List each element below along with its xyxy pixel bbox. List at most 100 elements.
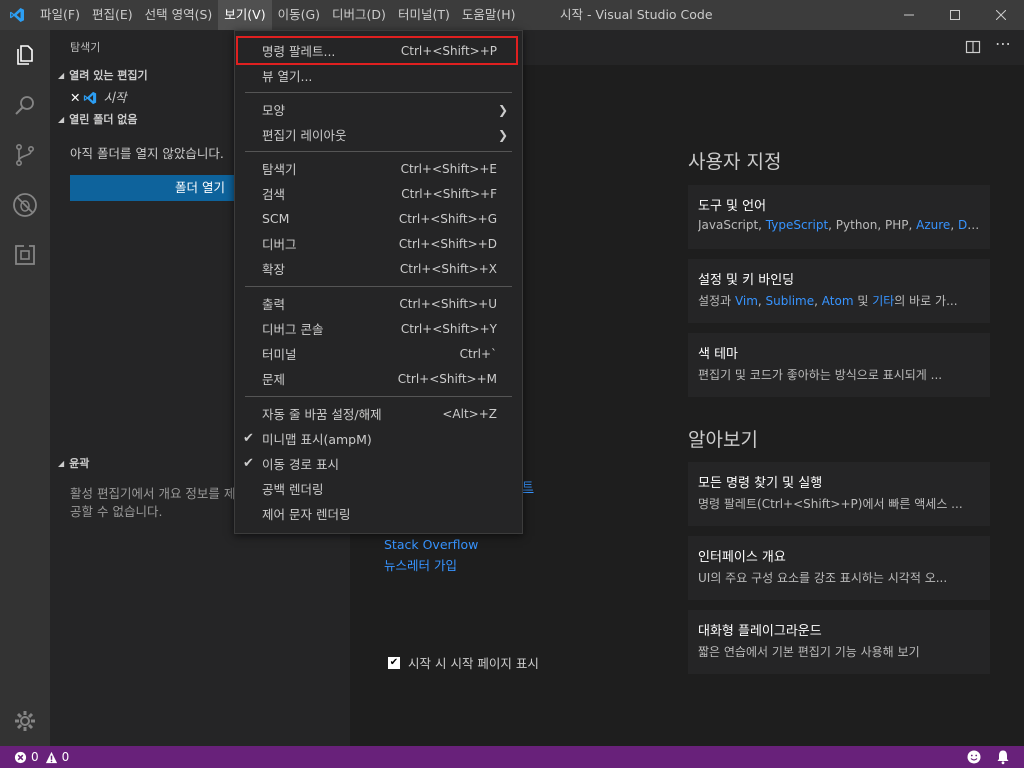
color-theme-card[interactable]: 색 테마 편집기 및 코드가 좋아하는 방식으로 표시되게 ... — [688, 333, 990, 397]
debug-button[interactable] — [0, 180, 50, 230]
menu-separator — [245, 151, 512, 152]
menu-item-terminal[interactable]: 터미널 Ctrl+` — [235, 341, 522, 366]
card-desc: JavaScript, TypeScript, Python, PHP, Azu… — [698, 218, 980, 232]
close-icon — [996, 10, 1006, 20]
vscode-file-icon — [84, 91, 97, 105]
tools-languages-card[interactable]: 도구 및 언어 JavaScript, TypeScript, Python, … — [688, 185, 990, 249]
menu-go[interactable]: 이동(G) — [272, 0, 326, 30]
open-editors-label: 열려 있는 편집기 — [69, 69, 148, 82]
no-folder-label: 열린 폴더 없음 — [69, 113, 138, 126]
vim-link[interactable]: Vim — [735, 294, 758, 308]
menu-separator — [245, 92, 512, 93]
chevron-right-icon: ❯ — [497, 127, 508, 142]
menu-item-output[interactable]: 출력 Ctrl+<Shift>+U — [235, 291, 522, 316]
card-title: 모든 명령 찾기 및 실행 — [698, 476, 823, 491]
stack-overflow-link[interactable]: Stack Overflow — [384, 537, 478, 552]
menu-item-appearance[interactable]: 모양 ❯ — [235, 97, 522, 122]
more-actions-icon[interactable]: ⋯ — [995, 34, 1011, 53]
outline-label: 윤곽 — [69, 457, 90, 470]
interface-overview-card[interactable]: 인터페이스 개요 UI의 주요 구성 요소를 강조 표시하는 시각적 오... — [688, 536, 990, 600]
source-control-icon — [15, 143, 35, 166]
explorer-icon — [17, 45, 33, 65]
card-title: 설정 및 키 바인딩 — [698, 273, 795, 288]
search-button[interactable] — [0, 80, 50, 130]
typescript-link[interactable]: TypeScript — [766, 218, 828, 232]
explorer-button[interactable] — [0, 30, 50, 80]
menu-item-render-whitespace[interactable]: 공백 렌더링 — [235, 476, 522, 501]
sublime-link[interactable]: Sublime — [766, 294, 815, 308]
problems-status[interactable]: 0 0 — [14, 746, 69, 768]
find-commands-card[interactable]: 모든 명령 찾기 및 실행 명령 팔레트(Ctrl+<Shift>+P)에서 빠… — [688, 462, 990, 526]
maximize-button[interactable] — [932, 0, 978, 30]
error-icon — [14, 751, 27, 763]
close-window-button[interactable] — [978, 0, 1024, 30]
menu-item-editor-layout[interactable]: 편집기 레이아웃 ❯ — [235, 122, 522, 147]
card-desc: 짧은 연습에서 기본 편집기 기능 사용해 보기 — [698, 645, 920, 659]
menu-item-problems[interactable]: 문제 Ctrl+<Shift>+M — [235, 366, 522, 391]
chevron-down-icon: ◢ — [58, 115, 65, 124]
view-menu-dropdown: 명령 팔레트... Ctrl+<Shift>+P 뷰 열기... 모양 ❯ 편집기 … — [234, 30, 523, 534]
extensions-icon — [15, 244, 35, 265]
menu-item-debug-console[interactable]: 디버그 콘솔 Ctrl+<Shift>+Y — [235, 316, 522, 341]
menu-item-minimap[interactable]: ✔ 미니맵 표시(ampM) — [235, 426, 522, 451]
customize-title: 사용자 지정 — [688, 151, 782, 173]
show-on-startup-checkbox[interactable]: ✔ — [388, 656, 400, 669]
menu-item-search[interactable]: 검색 Ctrl+<Shift>+F — [235, 181, 522, 206]
menu-item-scm[interactable]: SCM Ctrl+<Shift>+G — [235, 206, 522, 231]
menu-item-explorer[interactable]: 탐색기 Ctrl+<Shift>+E — [235, 156, 522, 181]
card-desc: 편집기 및 코드가 좋아하는 방식으로 표시되게 ... — [698, 368, 943, 382]
warning-icon — [45, 751, 57, 763]
settings-button[interactable] — [0, 696, 50, 746]
notifications-button[interactable] — [995, 749, 1011, 768]
menu-item-extensions[interactable]: 확장 Ctrl+<Shift>+X — [235, 256, 522, 281]
card-desc: 설정과 Vim, Sublime, Atom 및 기타의 바로 가... — [698, 294, 958, 308]
chevron-down-icon: ◢ — [58, 459, 65, 468]
interactive-playground-card[interactable]: 대화형 플레이그라운드 짧은 연습에서 기본 편집기 기능 사용해 보기 — [688, 610, 990, 674]
source-control-button[interactable] — [0, 130, 50, 180]
newsletter-link[interactable]: 뉴스레터 가입 — [384, 555, 457, 574]
extensions-button[interactable] — [0, 230, 50, 280]
atom-link[interactable]: Atom — [822, 294, 854, 308]
learn-title: 알아보기 — [688, 429, 758, 451]
menu-terminal[interactable]: 터미널(T) — [392, 0, 456, 30]
menu-debug[interactable]: 디버그(D) — [326, 0, 392, 30]
close-editor-icon[interactable]: ✕ — [70, 87, 80, 109]
menu-item-word-wrap[interactable]: 자동 줄 바꿈 설정/해제 <Alt>+Z — [235, 401, 522, 426]
help-link-partial[interactable]: 트 — [522, 476, 534, 495]
menu-selection[interactable]: 선택 영역(S) — [139, 0, 219, 30]
window-title: 시작 - Visual Studio Code — [560, 7, 713, 22]
other-link[interactable]: 기타 — [872, 294, 894, 308]
minimize-icon — [904, 14, 914, 16]
menu-item-open-view[interactable]: 뷰 열기... — [235, 63, 522, 88]
split-editor-icon[interactable] — [965, 39, 981, 55]
menu-separator — [245, 286, 512, 287]
minimize-button[interactable] — [886, 0, 932, 30]
gear-icon — [15, 711, 35, 731]
card-title: 인터페이스 개요 — [698, 550, 786, 565]
menu-item-render-control-chars[interactable]: 제어 문자 렌더링 — [235, 501, 522, 526]
menu-view[interactable]: 보기(V) — [218, 0, 272, 30]
menu-item-breadcrumbs[interactable]: ✔ 이동 경로 표시 — [235, 451, 522, 476]
checkmark-icon: ✔ — [243, 431, 254, 446]
feedback-button[interactable] — [966, 749, 982, 768]
menu-edit[interactable]: 편집(E) — [86, 0, 139, 30]
menu-file[interactable]: 파일(F) — [34, 0, 86, 30]
checkmark-icon: ✔ — [243, 456, 254, 471]
card-title: 대화형 플레이그라운드 — [698, 624, 822, 639]
show-on-startup-label: 시작 시 시작 페이지 표시 — [408, 656, 539, 671]
bell-icon — [997, 750, 1009, 765]
open-editor-label: 시작 — [103, 90, 127, 105]
menu-item-debug[interactable]: 디버그 Ctrl+<Shift>+D — [235, 231, 522, 256]
chevron-down-icon: ◢ — [58, 71, 65, 80]
docker-link[interactable]: Doc... — [958, 218, 980, 232]
activity-bar — [0, 30, 50, 746]
card-title: 색 테마 — [698, 347, 739, 362]
azure-link[interactable]: Azure — [916, 218, 950, 232]
settings-keybindings-card[interactable]: 설정 및 키 바인딩 설정과 Vim, Sublime, Atom 및 기타의 … — [688, 259, 990, 323]
menu-separator — [245, 396, 512, 397]
menu-item-command-palette[interactable]: 명령 팔레트... Ctrl+<Shift>+P — [235, 38, 522, 63]
maximize-icon — [950, 10, 960, 20]
vscode-logo-icon — [0, 0, 34, 30]
menu-bar: 파일(F) 편집(E) 선택 영역(S) 보기(V) 이동(G) 디버그(D) … — [34, 0, 521, 30]
menu-help[interactable]: 도움말(H) — [456, 0, 522, 30]
